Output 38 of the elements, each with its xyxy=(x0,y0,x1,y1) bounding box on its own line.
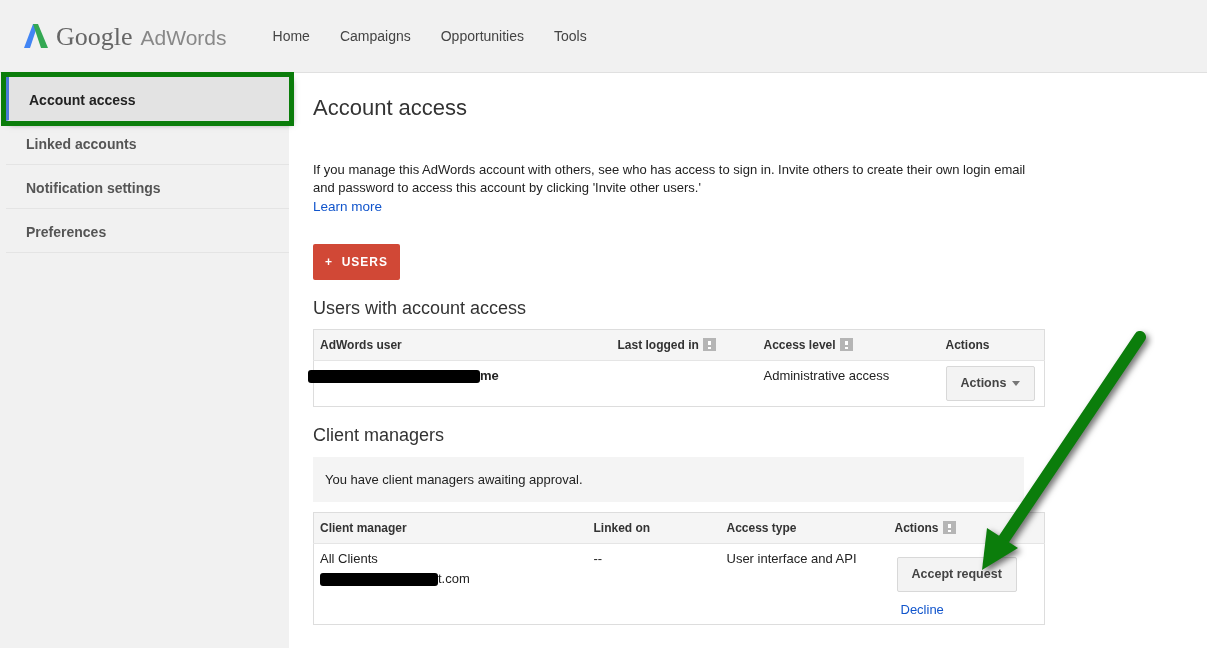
client-name: All Clients xyxy=(320,550,379,569)
sidebar-item[interactable]: Notification settings xyxy=(6,165,289,209)
sidebar-item[interactable]: Linked accounts xyxy=(6,121,289,165)
accept-request-button[interactable]: Accept request xyxy=(896,557,1017,592)
column-header: Linked on xyxy=(593,521,651,536)
column-header: Actions xyxy=(894,521,939,536)
decline-link[interactable]: Decline xyxy=(900,599,944,620)
client-email: t.com xyxy=(438,570,470,586)
help-icon xyxy=(702,338,716,352)
nav-link[interactable]: Tools xyxy=(554,25,587,47)
nav-link[interactable]: Campaigns xyxy=(339,25,411,47)
column-header: AdWords user xyxy=(320,338,402,353)
sidebar-item[interactable]: Preferences xyxy=(6,209,289,253)
logo-brand: Google xyxy=(56,20,133,53)
column-header: Client manager xyxy=(320,521,407,536)
section-heading: Users with account access xyxy=(313,297,528,320)
column-header: Last logged in xyxy=(617,338,699,353)
page-title: Account access xyxy=(313,95,469,122)
logo-product: AdWords xyxy=(140,24,227,51)
table-cell: Administrative access xyxy=(763,368,890,384)
user-email: me xyxy=(480,368,499,384)
help-icon xyxy=(942,521,956,535)
column-header: Actions xyxy=(945,338,990,353)
section-heading: Client managers xyxy=(313,425,446,447)
column-header: Access type xyxy=(726,521,797,536)
intro-text: If you manage this AdWords account with others, see who has access to sign in. Invite others to create their own login email and password to access this account by clicking 'Invite other users.' xyxy=(313,161,1027,198)
add-users-button[interactable]: + USERS xyxy=(313,243,401,280)
table-cell: User interface and API xyxy=(726,551,857,567)
actions-button[interactable]: Actions xyxy=(945,366,1036,401)
nav-link[interactable]: Opportunities xyxy=(440,25,524,47)
help-icon xyxy=(839,338,853,352)
learn-more-link[interactable]: Learn more xyxy=(313,199,383,215)
logo-icon xyxy=(24,24,48,48)
notice-banner: You have client managers awaiting approval. xyxy=(313,456,1024,503)
nav-link[interactable]: Home xyxy=(272,25,310,47)
table-cell: -- xyxy=(593,551,603,567)
caret-icon xyxy=(1012,381,1021,387)
column-header: Access level xyxy=(763,338,836,353)
